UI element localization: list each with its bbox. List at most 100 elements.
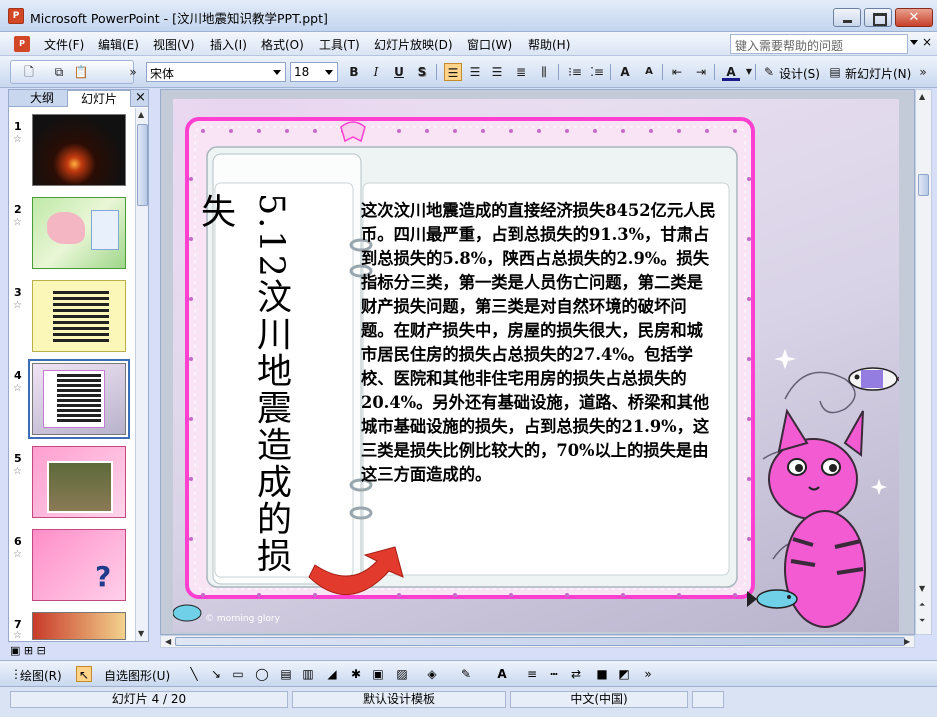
- clipart-icon[interactable]: ▣: [370, 666, 386, 682]
- slide-thumbnail-2[interactable]: [32, 197, 126, 269]
- slide-number: 4: [14, 369, 22, 382]
- 3d-style-icon[interactable]: ◩: [616, 666, 632, 682]
- slide-title[interactable]: 5.12汶川地震造成的损失: [195, 193, 299, 577]
- slide-horizontal-scrollbar[interactable]: ◀ ▶: [160, 635, 915, 648]
- autoshapes-menu-button[interactable]: 自选图形(U): [104, 667, 170, 684]
- scroll-up-icon[interactable]: ▲: [138, 110, 144, 119]
- help-close-icon[interactable]: ×: [922, 35, 932, 49]
- vertical-textbox-icon[interactable]: ▥: [300, 666, 316, 682]
- select-pointer-icon[interactable]: ↖: [76, 666, 92, 682]
- maximize-button[interactable]: [864, 8, 892, 27]
- pane-scrollbar[interactable]: ▲ ▼: [135, 108, 148, 641]
- align-left-icon[interactable]: ☰: [444, 63, 462, 81]
- grow-font-button[interactable]: A: [616, 63, 634, 81]
- scroll-down-icon[interactable]: ▼: [919, 584, 925, 593]
- document-icon[interactable]: P: [14, 36, 30, 52]
- font-color-button[interactable]: A: [722, 63, 740, 81]
- decrease-indent-icon[interactable]: ⇤: [668, 63, 686, 81]
- font-color-icon[interactable]: A: [494, 666, 510, 682]
- slide-canvas[interactable]: 5.12汶川地震造成的损失 这次汶川地震造成的直接经济损失8452亿元人民币。四…: [173, 99, 899, 632]
- menu-view[interactable]: 视图(V): [153, 36, 195, 53]
- menu-window[interactable]: 窗口(W): [467, 36, 512, 53]
- scroll-thumb[interactable]: [137, 124, 148, 206]
- menu-file[interactable]: 文件(F): [44, 36, 84, 53]
- dash-style-icon[interactable]: ┅: [546, 666, 562, 682]
- justify-icon[interactable]: ≣: [512, 63, 530, 81]
- scroll-thumb[interactable]: [175, 637, 905, 646]
- slide-body-text[interactable]: 这次汶川地震造成的直接经济损失8452亿元人民币。四川最严重，占到总损失的91.…: [361, 199, 717, 487]
- diagram-icon[interactable]: ✱: [348, 666, 364, 682]
- underline-button[interactable]: U: [390, 63, 408, 81]
- oval-icon[interactable]: ◯: [254, 666, 270, 682]
- drawing-toolbar: ⋮ 绘图(R) ↖ 自选图形(U) ╲ ↘ ▭ ◯ ▤ ▥ ◢ ✱ ▣ ▨ ◈ …: [0, 660, 937, 686]
- font-size-select[interactable]: 18: [290, 62, 338, 82]
- help-search-input[interactable]: 键入需要帮助的问题: [730, 34, 908, 54]
- font-name-value: 宋体: [150, 67, 175, 81]
- shrink-font-button[interactable]: A: [640, 63, 658, 81]
- paste-icon[interactable]: 📋: [72, 63, 90, 81]
- menu-edit[interactable]: 编辑(E): [98, 36, 139, 53]
- new-slide-button[interactable]: 新幻灯片(N): [845, 65, 911, 82]
- toolbar-options-icon[interactable]: »: [124, 63, 142, 81]
- bullet-list-icon[interactable]: ⁚≡: [588, 63, 606, 81]
- align-center-icon[interactable]: ☰: [466, 63, 484, 81]
- minimize-button[interactable]: [833, 8, 861, 27]
- align-right-icon[interactable]: ☰: [488, 63, 506, 81]
- next-slide-icon[interactable]: ⏷: [919, 616, 925, 626]
- new-document-icon[interactable]: 🗋: [20, 63, 38, 81]
- scroll-up-icon[interactable]: ▲: [919, 92, 925, 101]
- help-dropdown-icon[interactable]: [910, 40, 918, 45]
- bold-button[interactable]: B: [345, 63, 363, 81]
- distribute-icon[interactable]: ⫼: [535, 63, 553, 81]
- slide-sorter-icon[interactable]: ⊞: [24, 644, 33, 657]
- line-style-icon[interactable]: ≡: [524, 666, 540, 682]
- slide-thumbnail-1[interactable]: [32, 114, 126, 186]
- pane-tabs: 大纲 幻灯片 ×: [9, 90, 148, 107]
- slide-thumbnail-6[interactable]: ?: [32, 529, 126, 601]
- rectangle-icon[interactable]: ▭: [230, 666, 246, 682]
- toolbar-options-icon[interactable]: »: [640, 666, 656, 682]
- slide-thumbnail-7[interactable]: [32, 612, 126, 640]
- design-button[interactable]: 设计(S): [779, 65, 820, 82]
- pane-close-icon[interactable]: ×: [135, 90, 146, 106]
- menu-slideshow[interactable]: 幻灯片放映(D): [374, 36, 453, 53]
- toolbar-options-icon[interactable]: »: [914, 63, 932, 81]
- increase-indent-icon[interactable]: ⇥: [692, 63, 710, 81]
- slide-thumbnail-5[interactable]: [32, 446, 126, 518]
- menu-tools[interactable]: 工具(T): [319, 36, 360, 53]
- tab-outline[interactable]: 大纲: [19, 90, 65, 107]
- wordart-icon[interactable]: ◢: [324, 666, 340, 682]
- tab-slides[interactable]: 幻灯片: [67, 90, 131, 107]
- italic-button[interactable]: I: [367, 63, 385, 81]
- copy-icon[interactable]: ⧉: [50, 63, 68, 81]
- arrow-icon[interactable]: ↘: [208, 666, 224, 682]
- scroll-down-icon[interactable]: ▼: [138, 629, 144, 638]
- menu-help[interactable]: 帮助(H): [528, 36, 570, 53]
- picture-icon[interactable]: ▨: [394, 666, 410, 682]
- slide-vertical-scrollbar[interactable]: ▲ ▼ ⏶ ⏷: [915, 89, 932, 635]
- status-language: 中文(中国): [510, 691, 688, 708]
- line-icon[interactable]: ╲: [186, 666, 202, 682]
- numbered-list-icon[interactable]: ⁝≡: [566, 63, 584, 81]
- fill-color-icon[interactable]: ◈: [424, 666, 440, 682]
- arrow-style-icon[interactable]: ⇄: [568, 666, 584, 682]
- scroll-left-icon[interactable]: ◀: [165, 637, 171, 646]
- font-name-select[interactable]: 宋体: [146, 62, 286, 82]
- line-color-icon[interactable]: ✎: [458, 666, 474, 682]
- normal-view-icon[interactable]: ▣: [10, 644, 20, 657]
- fish-decoration-bottom: [747, 589, 798, 609]
- slide-thumbnail-3[interactable]: [32, 280, 126, 352]
- draw-menu-button[interactable]: 绘图(R): [20, 667, 62, 684]
- slideshow-view-icon[interactable]: ⊟: [37, 644, 46, 657]
- slide-thumbnail-4[interactable]: [28, 359, 130, 439]
- menu-insert[interactable]: 插入(I): [210, 36, 247, 53]
- close-button[interactable]: ✕: [895, 8, 933, 27]
- shadow-button[interactable]: S: [413, 63, 431, 81]
- scroll-right-icon[interactable]: ▶: [904, 637, 910, 646]
- textbox-icon[interactable]: ▤: [278, 666, 294, 682]
- shadow-style-icon[interactable]: ■: [594, 666, 610, 682]
- previous-slide-icon[interactable]: ⏶: [919, 600, 925, 610]
- scroll-thumb[interactable]: [918, 174, 929, 196]
- menu-format[interactable]: 格式(O): [261, 36, 304, 53]
- slide-watermark: © morning glory: [205, 614, 280, 624]
